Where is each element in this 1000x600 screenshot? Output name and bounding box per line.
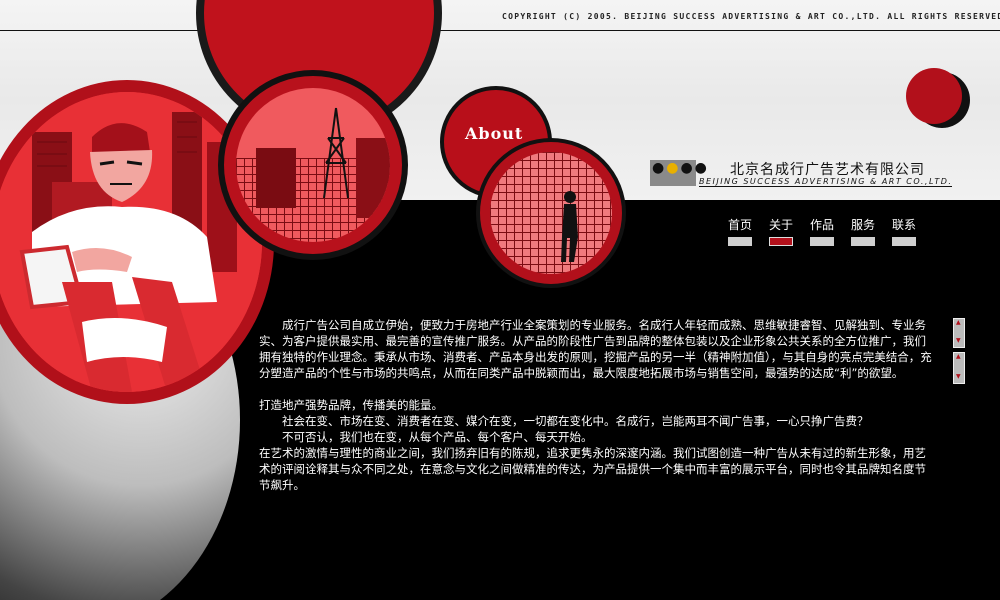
content-paragraph: 不可否认，我们也在变，从每个产品、每个客户、每天开始。 [282,430,593,444]
nav-label-about: 关于 [769,218,794,232]
nav-indicator-active [769,237,793,246]
decorative-small-red-circle [906,68,962,124]
content-paragraph: 在艺术的激情与理性的商业之间，我们扬弃旧有的陈规，追求更隽永的深邃内涵。我们试图… [259,446,926,492]
nav-item-home[interactable]: 首页 [728,216,752,246]
nav-label-works: 作品 [810,218,835,232]
city-scene [236,88,390,242]
scroll-up-arrow-icon: ▼ [956,337,961,344]
nav-indicator [728,237,752,246]
nav-item-services[interactable]: 服务 [851,216,875,246]
scroll-up-button[interactable]: ▲ ▼ [953,318,965,348]
tower-graphic [256,107,390,218]
silhouette-figure [561,191,578,262]
section-title: About [465,124,524,143]
nav-label-home: 首页 [728,218,753,232]
about-content: 成行广告公司自成立伊始，便致力于房地产行业全案策划的专业服务。名成行人年轻而成熟… [259,317,935,493]
content-paragraph: 成行广告公司自成立伊始，便致力于房地产行业全案策划的专业服务。名成行人年轻而成熟… [259,318,932,380]
nav-item-contact[interactable]: 联系 [892,216,916,246]
scroll-down-arrow-icon: ▼ [956,373,961,380]
copyright-text: COPYRIGHT (C) 2005. BEIJING SUCCESS ADVE… [502,12,1000,21]
content-slogan: 打造地产强势品牌，传播美的能量。 [259,398,443,412]
nav-indicator [851,237,875,246]
nav-item-works[interactable]: 作品 [810,216,834,246]
scroll-down-arrow-icon: ▲ [956,353,961,360]
nav-item-about[interactable]: 关于 [769,216,793,246]
nav-label-contact: 联系 [892,218,917,232]
main-nav: 首页 关于 作品 服务 联系 [728,216,916,246]
photo-circle [476,138,626,288]
scroll-up-arrow-icon: ▲ [956,319,961,326]
header-divider [0,30,1000,31]
page: COPYRIGHT (C) 2005. BEIJING SUCCESS ADVE… [0,0,1000,600]
company-name-cn: 北京名成行广告艺术有限公司 [730,162,925,178]
photo-scene [490,152,612,274]
content-paragraph: 社会在变、市场在变、消费者在变、媒介在变，一切都在变化中。名成行，岂能两耳不闻广… [282,414,869,428]
scroll-down-button[interactable]: ▲ ▼ [953,352,965,384]
illustration-city-circle [218,70,408,260]
nav-label-services: 服务 [851,218,876,232]
logo-dots-icon: ●●●● [652,160,709,176]
nav-indicator [810,237,834,246]
nav-indicator [892,237,916,246]
company-name-en: BEIJING SUCCESS ADVERTISING & ART CO.,LT… [699,177,953,187]
